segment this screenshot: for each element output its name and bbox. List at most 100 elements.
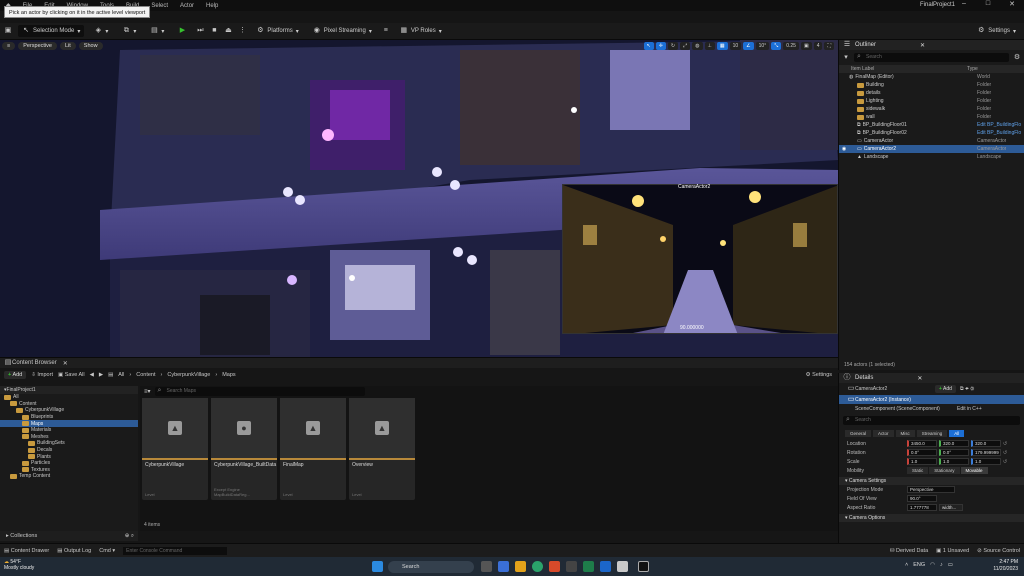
import-button[interactable]: ⇩ Import: [31, 372, 53, 378]
outliner-row[interactable]: sidewalk Folder: [839, 105, 1024, 113]
step-icon[interactable]: ⏭: [196, 27, 204, 35]
asset-tile[interactable]: ▲ FinalMap Level: [280, 398, 346, 500]
edge-icon[interactable]: [532, 561, 543, 572]
tree-item[interactable]: BuildingSets: [0, 440, 138, 447]
console-input[interactable]: Enter Console Command: [123, 546, 228, 555]
outliner-settings-icon[interactable]: ⚙: [1013, 54, 1021, 62]
volume-icon[interactable]: ♪: [940, 562, 943, 568]
camera-options-section[interactable]: ▾ Camera Options: [839, 514, 1024, 522]
clock[interactable]: 2:47 PM 11/20/2023: [993, 559, 1018, 573]
filter-tab-all[interactable]: All: [949, 430, 965, 437]
wifi-icon[interactable]: ◠: [930, 562, 935, 568]
eject-icon[interactable]: ⏏: [224, 27, 232, 35]
menu-actor[interactable]: Actor: [174, 3, 200, 9]
tree-item[interactable]: Blueprints: [0, 414, 138, 421]
windows-start-icon[interactable]: [372, 561, 383, 572]
details-search-input[interactable]: Search: [843, 415, 1020, 425]
notepad-icon[interactable]: [617, 561, 628, 572]
excel-icon[interactable]: [583, 561, 594, 572]
close-tab-icon[interactable]: ✕: [63, 360, 68, 367]
settings-button[interactable]: ⚙ Settings ▾: [973, 25, 1020, 37]
tree-item[interactable]: Materials: [0, 427, 138, 434]
add-collection-icon[interactable]: ⊕ ⌕: [125, 531, 134, 541]
transform-value-z[interactable]: 179.999999: [971, 449, 1001, 456]
tree-item[interactable]: Meshes: [0, 434, 138, 441]
outliner-row[interactable]: Building Folder: [839, 81, 1024, 89]
outliner-row[interactable]: Lighting Folder: [839, 97, 1024, 105]
show-button[interactable]: Show: [78, 42, 103, 50]
task-view-icon[interactable]: [481, 561, 492, 572]
source-control-button[interactable]: ⊘ Source Control: [977, 548, 1020, 554]
outlook-icon[interactable]: [600, 561, 611, 572]
lit-button[interactable]: Lit: [59, 42, 76, 50]
platforms-button[interactable]: ⚙ Platforms ▾: [252, 25, 302, 37]
mobility-stationary[interactable]: Stationary: [929, 467, 960, 474]
save-all-button[interactable]: ▣ Save All: [58, 372, 85, 378]
outliner-row[interactable]: ▲ Landscape Landscape: [839, 153, 1024, 161]
cinematics-button[interactable]: ▤ ▾: [146, 25, 168, 37]
tree-item[interactable]: Temp Content: [0, 473, 138, 480]
taskbar-search[interactable]: Search: [388, 561, 474, 573]
close-tab-icon[interactable]: ✕: [920, 42, 925, 49]
outliner-search-input[interactable]: Search: [854, 52, 1009, 62]
blueprint-icon[interactable]: ⧉ ✦ ⚙: [960, 386, 974, 392]
details-tab[interactable]: ⓘ Details ✕: [839, 373, 1024, 383]
save-icon[interactable]: ▣: [4, 27, 12, 35]
asset-tile[interactable]: ▲ Overview Level: [349, 398, 415, 500]
transform-label[interactable]: Scale: [847, 459, 907, 465]
cmd-select[interactable]: Cmd ▾: [99, 548, 115, 554]
scale-snap-toggle[interactable]: ⤡: [771, 42, 782, 50]
battery-icon[interactable]: ▭: [948, 562, 953, 568]
weather-widget[interactable]: ☁ 54°F Mostly cloudy: [4, 559, 34, 571]
outliner-row[interactable]: ⧉ BP_BuildingFloor01 Edit BP_BuildingFlo: [839, 121, 1024, 129]
transform-value-x[interactable]: 0.0°: [907, 449, 937, 456]
office-icon[interactable]: [549, 561, 560, 572]
outliner-row[interactable]: details Folder: [839, 89, 1024, 97]
close-icon[interactable]: ✕: [1000, 0, 1024, 8]
unsaved-button[interactable]: ▣ 1 Unsaved: [936, 548, 969, 554]
outliner-row[interactable]: ⧉ BP_BuildingFloor02 Edit BP_BuildingFlo: [839, 129, 1024, 137]
lang-indicator[interactable]: ENG: [913, 562, 925, 568]
minimize-icon[interactable]: –: [952, 0, 976, 8]
move-tool-icon[interactable]: ✛: [655, 42, 666, 50]
transform-value-z[interactable]: 320.0: [971, 440, 1001, 447]
filter-tab-misc[interactable]: Misc: [895, 430, 915, 437]
component-row[interactable]: SceneComponent (SceneComponent) Edit in C…: [839, 404, 1024, 413]
folder-nav-icon[interactable]: ▤: [108, 372, 113, 378]
content-browser-tab[interactable]: ▤ Content Browser ✕: [0, 358, 838, 368]
add-component-button[interactable]: + Add: [935, 385, 956, 393]
unreal-engine-icon[interactable]: [638, 561, 649, 572]
transform-label[interactable]: Rotation: [847, 450, 907, 456]
store-icon[interactable]: [566, 561, 577, 572]
aspect-preset[interactable]: width...: [939, 504, 963, 511]
back-icon[interactable]: ◀: [90, 372, 94, 378]
surface-snap-icon[interactable]: ⊥: [704, 42, 715, 50]
breadcrumb-maps[interactable]: Maps: [222, 372, 235, 378]
transform-value-x[interactable]: 1.0: [907, 458, 937, 465]
select-tool-icon[interactable]: ↖: [643, 42, 654, 50]
rotation-snap-toggle[interactable]: ∠: [743, 42, 754, 50]
col-item-label[interactable]: Item Label: [851, 66, 967, 72]
close-tab-icon[interactable]: ✕: [917, 375, 922, 382]
tree-item[interactable]: CyberpunkVillage: [0, 407, 138, 414]
tree-item[interactable]: Maps: [0, 420, 138, 427]
fov-input[interactable]: 90.0°: [907, 495, 937, 502]
rotation-snap-value[interactable]: 10°: [755, 42, 770, 50]
tree-item[interactable]: Particles: [0, 460, 138, 467]
vp-roles-button[interactable]: ▦ VP Roles ▾: [396, 25, 446, 37]
derived-data-button[interactable]: ⛁ Derived Data: [890, 548, 928, 554]
more-play-icon[interactable]: ⋮: [238, 27, 246, 35]
selection-mode-button[interactable]: ↖ Selection Mode ▾: [18, 25, 85, 37]
breadcrumb-cyberpunkvillage[interactable]: CyberpunkVillage: [167, 372, 210, 378]
chevron-up-icon[interactable]: ˄: [905, 562, 908, 568]
breadcrumb-content[interactable]: Content: [136, 372, 155, 378]
scale-tool-icon[interactable]: ⤢: [680, 42, 691, 50]
tree-item[interactable]: Textures: [0, 467, 138, 474]
col-type[interactable]: Type: [967, 66, 978, 72]
breadcrumb-all[interactable]: All: [118, 372, 124, 378]
transform-value-z[interactable]: 1.0: [971, 458, 1001, 465]
grid-snap-toggle[interactable]: ▦: [716, 42, 728, 50]
asset-search-input[interactable]: Search Maps: [154, 386, 365, 396]
reset-icon[interactable]: ↺: [1003, 441, 1007, 447]
reset-icon[interactable]: ↺: [1003, 459, 1007, 465]
